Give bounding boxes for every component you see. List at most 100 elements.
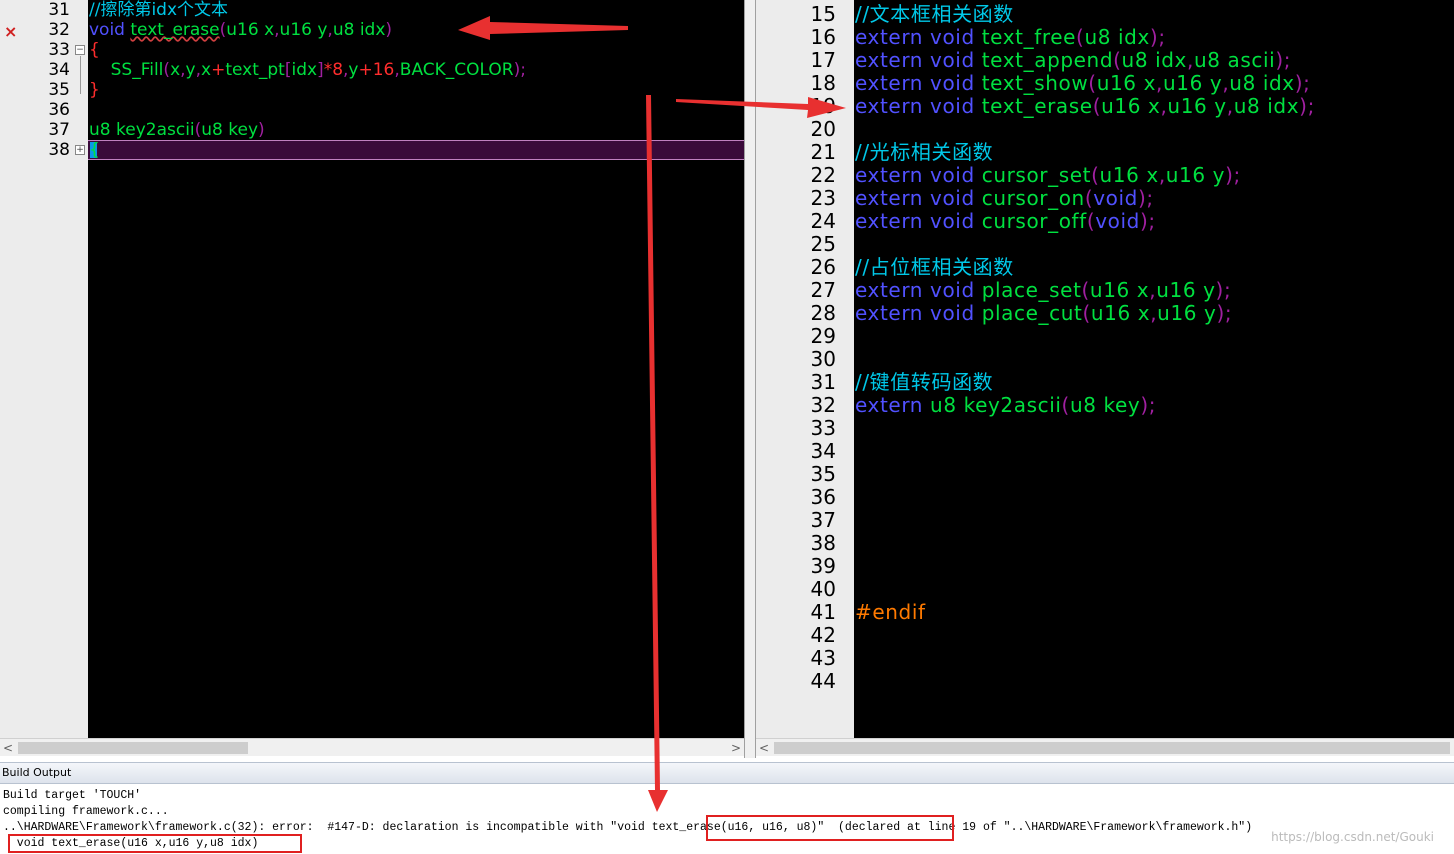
line-number: 31	[810, 370, 836, 394]
line-number: 44	[810, 669, 836, 693]
code-token: u8 key	[201, 120, 259, 140]
line-number: 42	[810, 623, 836, 647]
code-line[interactable]: {	[89, 40, 100, 60]
code-token: ;	[1223, 278, 1232, 302]
line-number: 35	[810, 462, 836, 486]
code-line[interactable]: //文本框相关函数	[855, 3, 1014, 26]
line-number: 28	[810, 301, 836, 325]
code-token: )	[1225, 163, 1234, 187]
code-line[interactable]: SS_Fill(x,y,x+text_pt[idx]*8,y+16,BACK_C…	[89, 60, 526, 80]
code-token: u8 key	[1069, 393, 1141, 417]
code-line[interactable]: //擦除第idx个文本	[89, 0, 228, 20]
scroll-left-icon[interactable]: <	[0, 739, 16, 757]
code-token: cursor_on	[981, 186, 1085, 210]
code-line[interactable]: extern void cursor_off(void);	[855, 210, 1156, 233]
line-number: 36	[48, 100, 70, 120]
code-token: ,	[1156, 71, 1163, 95]
code-line[interactable]: extern void place_cut(u16 x,u16 y);	[855, 302, 1232, 325]
code-line[interactable]: //光标相关函数	[855, 141, 993, 164]
line-number: 31	[48, 0, 70, 20]
code-line[interactable]: u8 key2ascii(u8 key)	[89, 120, 265, 140]
scrollbar-thumb[interactable]	[18, 742, 248, 754]
code-token: )	[258, 120, 265, 140]
code-token: text_free	[981, 25, 1077, 49]
code-token: u16 x	[1096, 71, 1157, 95]
code-token: )	[1216, 301, 1225, 325]
code-token: idx	[291, 60, 318, 80]
line-number: 43	[810, 646, 836, 670]
code-token: extern void	[855, 278, 982, 302]
code-token: ;	[1148, 209, 1156, 233]
code-token: place_cut	[981, 301, 1083, 325]
code-token: cursor_off	[981, 209, 1087, 233]
code-line[interactable]: }	[89, 80, 100, 100]
code-token: ;	[1148, 393, 1157, 417]
code-token: ,	[1158, 163, 1166, 187]
left-horizontal-scrollbar[interactable]: < >	[0, 738, 744, 756]
line-number: 39	[810, 554, 836, 578]
line-number: 25	[810, 232, 836, 256]
scrollbar-thumb[interactable]	[774, 742, 1450, 754]
fold-expand-icon[interactable]: +	[75, 145, 85, 155]
build-output-title: Build Output	[0, 762, 1454, 784]
line-number: 34	[810, 439, 836, 463]
line-number: 20	[810, 117, 836, 141]
code-token: cursor_set	[981, 163, 1092, 187]
code-line[interactable]: extern void text_free(u8 idx);	[855, 26, 1166, 49]
code-line[interactable]: extern void cursor_on(void);	[855, 187, 1154, 210]
code-line[interactable]: //占位框相关函数	[855, 256, 1014, 279]
code-token: u16 y	[279, 20, 328, 40]
code-token: (	[1081, 278, 1090, 302]
scroll-left-icon[interactable]: <	[756, 739, 772, 757]
code-line[interactable]: extern void text_show(u16 x,u16 y,u8 idx…	[855, 72, 1311, 95]
fold-collapse-icon[interactable]: −	[75, 45, 85, 55]
code-line[interactable]: extern void text_erase(u16 x,u16 y,u8 id…	[855, 95, 1315, 118]
code-token: text_erase	[130, 20, 220, 40]
build-line: compiling framework.c...	[3, 805, 169, 818]
code-token: ;	[1224, 301, 1233, 325]
code-token: ,	[1226, 94, 1234, 118]
code-token: u16 x	[1099, 163, 1159, 187]
code-line[interactable]: {	[89, 140, 100, 160]
code-token: u16 y	[1165, 163, 1226, 187]
code-line[interactable]: void text_erase(u16 x,u16 y,u8 idx)	[89, 20, 392, 40]
fold-guide	[80, 56, 81, 94]
code-line[interactable]: extern void place_set(u16 x,u16 y);	[855, 279, 1231, 302]
line-number: 22	[810, 163, 836, 187]
code-token: )	[1299, 94, 1308, 118]
annotation-box-definition	[8, 834, 302, 853]
code-line[interactable]: //键值转码函数	[855, 371, 993, 394]
ide-window: × 31 32 33 34 35 36 37 38 − + //擦除第idx个文本 void t…	[0, 0, 1454, 854]
code-token: ]	[317, 60, 324, 80]
code-token: extern void	[855, 48, 982, 72]
build-line: Build target 'TOUCH'	[3, 789, 142, 802]
line-number: 38	[810, 531, 836, 555]
code-token: extern	[855, 393, 931, 417]
code-line[interactable]: extern u8 key2ascii(u8 key);	[855, 394, 1156, 417]
editor-splitter[interactable]	[744, 0, 756, 758]
code-token: u16 x	[1090, 301, 1151, 325]
code-token: ;	[1158, 25, 1166, 49]
line-number: 37	[810, 508, 836, 532]
scroll-right-icon[interactable]: >	[728, 739, 744, 757]
code-line[interactable]: #endif	[855, 601, 926, 624]
line-number: 33	[48, 40, 70, 60]
code-line[interactable]: extern void cursor_set(u16 x,u16 y);	[855, 164, 1241, 187]
line-number: 21	[810, 140, 836, 164]
code-token: (	[1084, 186, 1094, 210]
line-number: 38	[48, 140, 70, 160]
line-number: 17	[810, 48, 836, 72]
code-line[interactable]: extern void text_append(u8 idx,u8 ascii)…	[855, 49, 1291, 72]
code-token: ;	[1303, 71, 1311, 95]
code-token: u16 x	[1101, 94, 1161, 118]
code-token: extern void	[855, 71, 982, 95]
code-token: void	[1095, 209, 1140, 233]
code-token: u16 y	[1167, 94, 1227, 118]
right-horizontal-scrollbar[interactable]: <	[756, 738, 1454, 756]
code-token: u8 idx	[1229, 71, 1295, 95]
line-number: 19	[810, 94, 836, 118]
code-token: //占位框相关函数	[855, 255, 1014, 279]
code-token: u16 y	[1157, 301, 1217, 325]
code-token: ,	[1187, 48, 1194, 72]
code-token: u8 idx	[1121, 48, 1187, 72]
